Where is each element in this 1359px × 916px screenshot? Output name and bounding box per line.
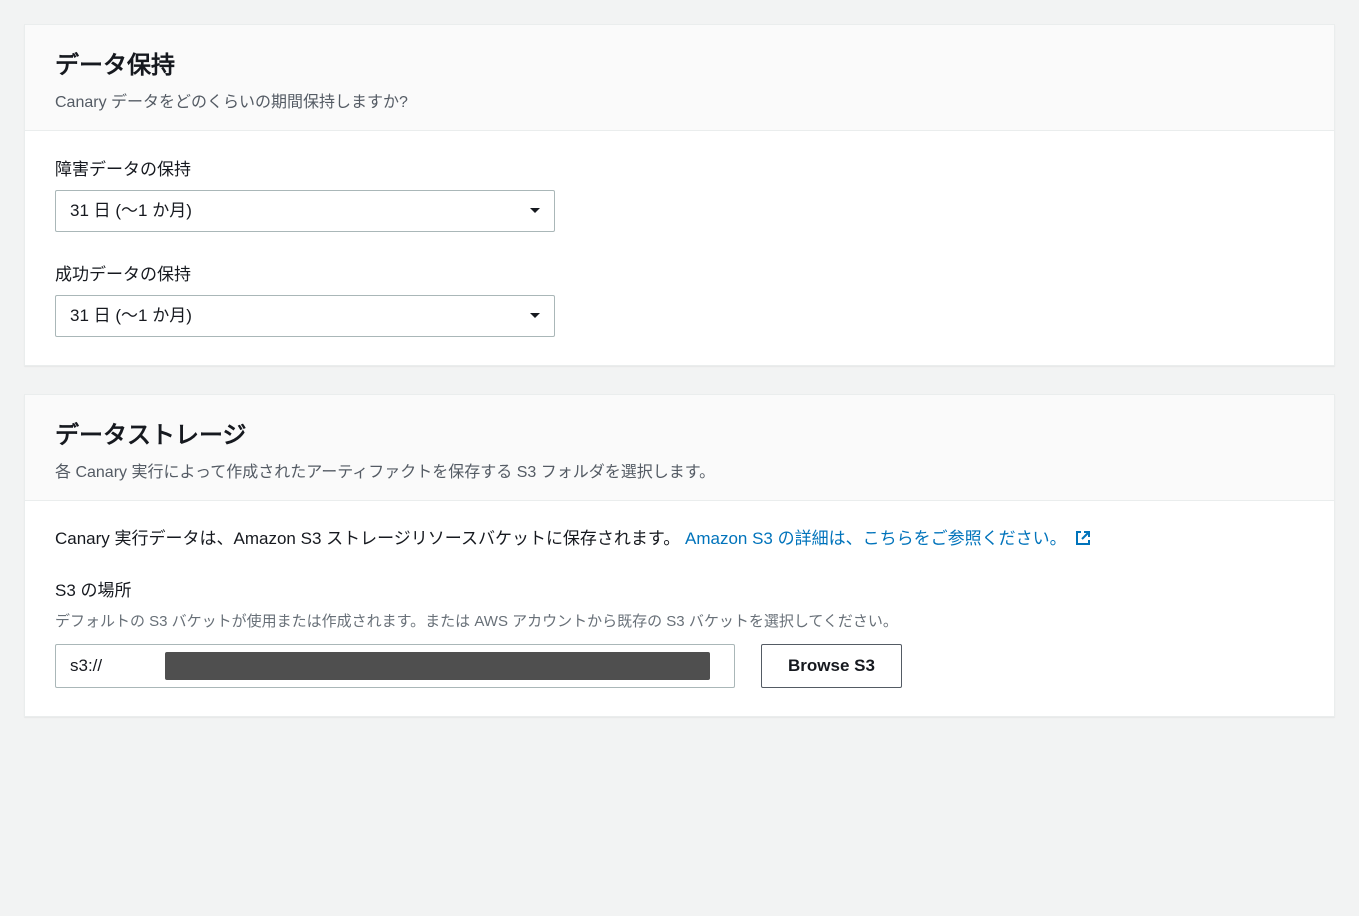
s3-location-label: S3 の場所 <box>55 576 1304 601</box>
link-text: Amazon S3 の詳細は、こちらをご参照ください。 <box>685 529 1067 548</box>
success-retention-value: 31 日 (～1 か月) <box>55 295 555 337</box>
s3-input-wrap <box>55 644 735 688</box>
s3-learn-more-link[interactable]: Amazon S3 の詳細は、こちらをご参照ください。 <box>685 529 1091 548</box>
section-title: データストレージ <box>55 415 1304 450</box>
panel-header: データ保持 Canary データをどのくらいの期間保持しますか? <box>25 25 1334 131</box>
success-retention-label: 成功データの保持 <box>55 260 1304 285</box>
failure-retention-label: 障害データの保持 <box>55 155 1304 180</box>
section-description: Canary データをどのくらいの期間保持しますか? <box>55 88 1304 112</box>
success-retention-group: 成功データの保持 31 日 (～1 か月) <box>55 260 1304 337</box>
data-retention-panel: データ保持 Canary データをどのくらいの期間保持しますか? 障害データの保… <box>24 24 1335 366</box>
s3-location-input[interactable] <box>55 644 735 688</box>
s3-location-group: S3 の場所 デフォルトの S3 バケットが使用または作成されます。または AW… <box>55 576 1304 688</box>
panel-body: Canary 実行データは、Amazon S3 ストレージリソースバケットに保存… <box>25 501 1334 716</box>
s3-input-row: Browse S3 <box>55 644 1304 688</box>
s3-location-help: デフォルトの S3 バケットが使用または作成されます。または AWS アカウント… <box>55 611 1304 634</box>
failure-retention-group: 障害データの保持 31 日 (～1 か月) <box>55 155 1304 232</box>
panel-header: データストレージ 各 Canary 実行によって作成されたアーティファクトを保存… <box>25 395 1334 501</box>
success-retention-select[interactable]: 31 日 (～1 か月) <box>55 295 555 337</box>
panel-body: 障害データの保持 31 日 (～1 か月) 成功データの保持 31 日 (～1 … <box>25 131 1334 365</box>
info-text-prefix: Canary 実行データは、Amazon S3 ストレージリソースバケットに保存… <box>55 529 680 548</box>
browse-s3-button[interactable]: Browse S3 <box>761 644 902 688</box>
external-link-icon <box>1075 527 1091 554</box>
storage-info-text: Canary 実行データは、Amazon S3 ストレージリソースバケットに保存… <box>55 525 1304 554</box>
data-storage-panel: データストレージ 各 Canary 実行によって作成されたアーティファクトを保存… <box>24 394 1335 717</box>
failure-retention-value: 31 日 (～1 か月) <box>55 190 555 232</box>
section-description: 各 Canary 実行によって作成されたアーティファクトを保存する S3 フォル… <box>55 458 1304 482</box>
failure-retention-select[interactable]: 31 日 (～1 か月) <box>55 190 555 232</box>
section-title: データ保持 <box>55 45 1304 80</box>
